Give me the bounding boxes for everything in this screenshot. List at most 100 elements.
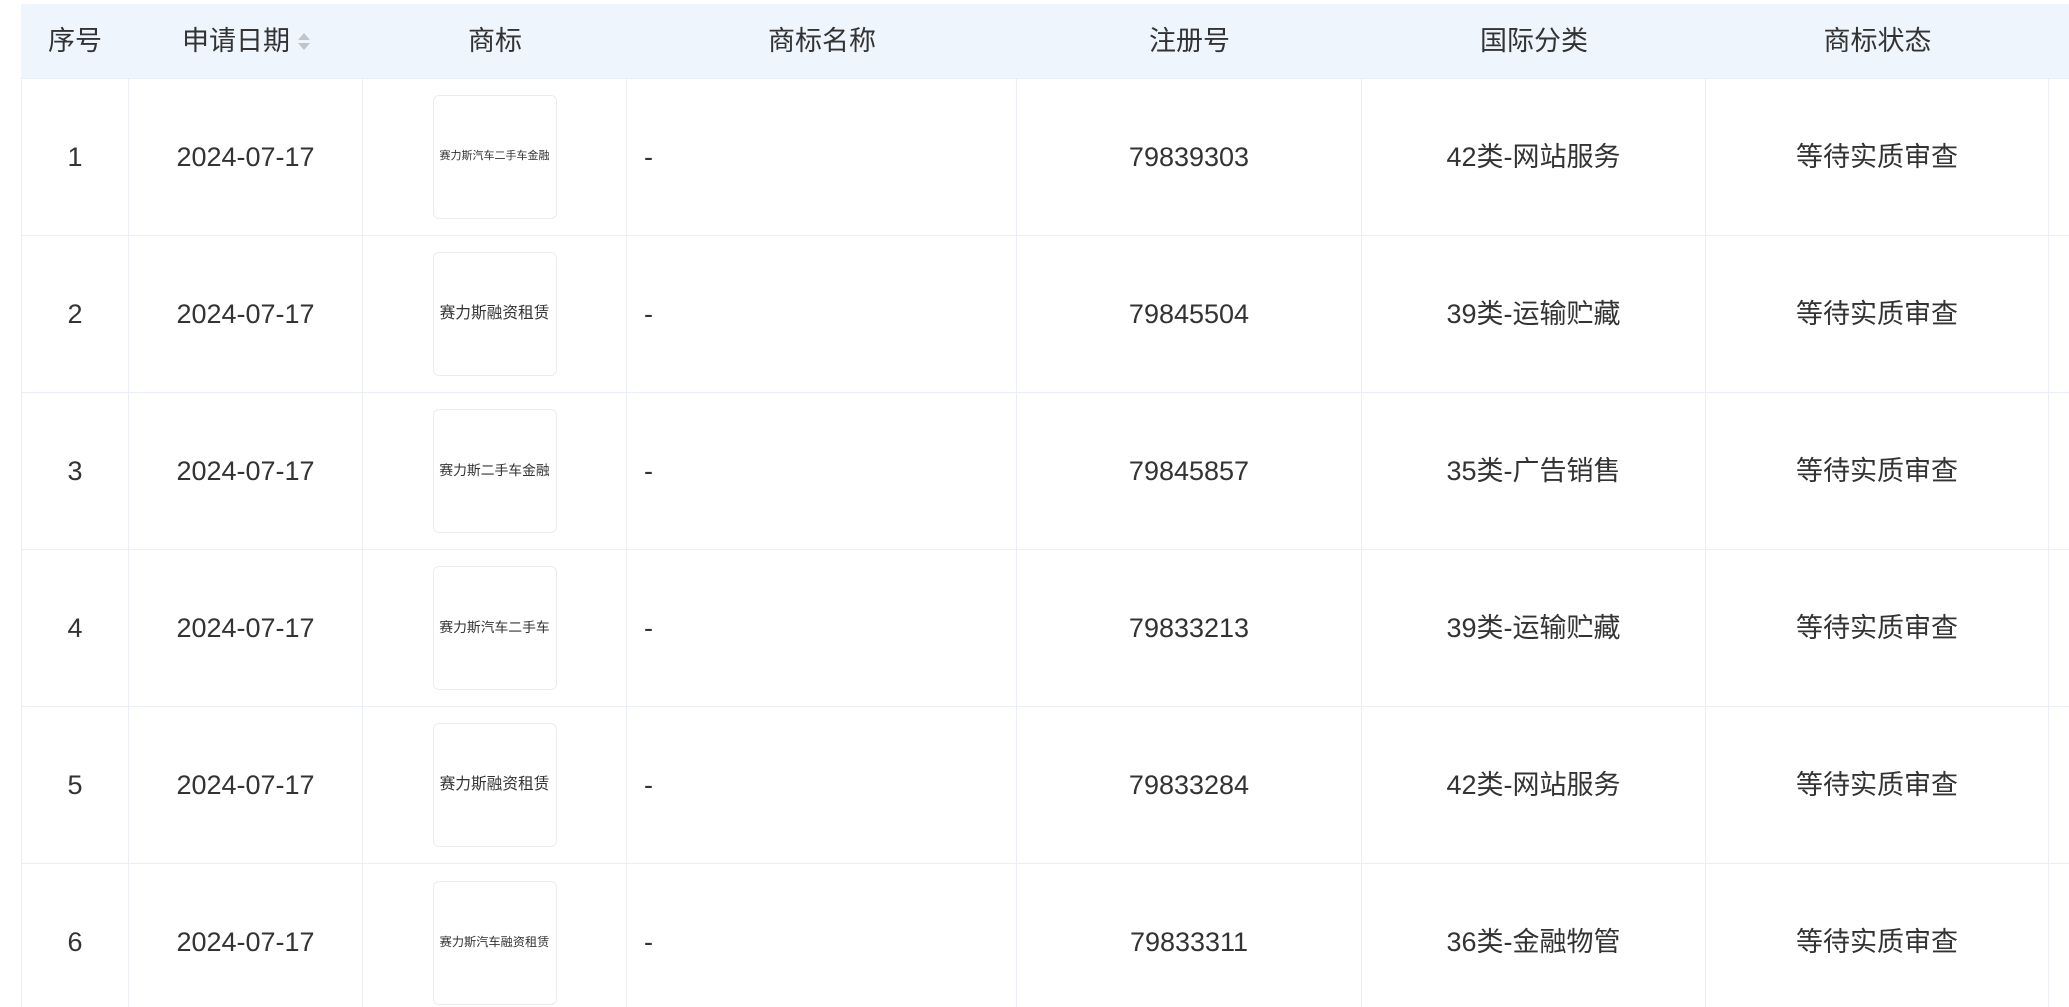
- cell-trademark-name: -: [627, 79, 1017, 235]
- header-trademark-name-label: 商标名称: [768, 25, 876, 56]
- header-index: 序号: [21, 4, 129, 78]
- cell-intl-class: 36类-金融物管: [1362, 864, 1706, 1007]
- apply-date: 2024-07-17: [176, 141, 315, 172]
- cell-trademark-name: -: [627, 393, 1017, 549]
- trademark-status: 等待实质审查: [1796, 455, 1958, 486]
- trademark-image-text: 赛力斯融资租赁: [439, 775, 550, 793]
- intl-class: 35类-广告销售: [1446, 455, 1621, 486]
- cell-trademark-image: 赛力斯融资租赁: [363, 236, 627, 392]
- cell-registration-number: 79833311: [1017, 864, 1362, 1007]
- cell-trademark-image: 赛力斯融资租赁: [363, 707, 627, 863]
- trademark-name: -: [644, 455, 653, 486]
- trademark-table: 序号 申请日期 商标 商标名称 注册号 国际分类 商标状态 1 2024-07-…: [21, 4, 2069, 1007]
- trademark-status: 等待实质审查: [1796, 612, 1958, 643]
- registration-number: 79839303: [1128, 141, 1250, 172]
- row-index: 1: [67, 141, 83, 172]
- header-intl-class: 国际分类: [1362, 4, 1706, 78]
- cell-apply-date: 2024-07-17: [129, 79, 363, 235]
- row-index: 2: [67, 298, 83, 329]
- header-trademark-name: 商标名称: [627, 4, 1017, 78]
- cell-intl-class: 35类-广告销售: [1362, 393, 1706, 549]
- cell-index: 4: [21, 550, 129, 706]
- cell-registration-number: 79833213: [1017, 550, 1362, 706]
- cell-trademark-name: -: [627, 864, 1017, 1007]
- registration-number: 79845504: [1128, 298, 1250, 329]
- trademark-image[interactable]: 赛力斯汽车二手车: [432, 566, 557, 690]
- cell-apply-date: 2024-07-17: [129, 707, 363, 863]
- trademark-name: -: [644, 927, 653, 958]
- cell-trademark-image: 赛力斯汽车二手车: [363, 550, 627, 706]
- row-index: 3: [67, 455, 83, 486]
- cell-hidden-column: [2049, 236, 2069, 392]
- table-row: 3 2024-07-17 赛力斯二手车金融 - 79845857 35类-广告销…: [21, 393, 2069, 550]
- trademark-status: 等待实质审查: [1796, 769, 1958, 800]
- trademark-image-text: 赛力斯汽车融资租赁: [439, 935, 550, 950]
- cell-index: 2: [21, 236, 129, 392]
- table-row: 4 2024-07-17 赛力斯汽车二手车 - 79833213 39类-运输贮…: [21, 550, 2069, 707]
- cell-trademark-image: 赛力斯二手车金融: [363, 393, 627, 549]
- cell-status: 等待实质审查: [1706, 864, 2049, 1007]
- cell-hidden-column: [2049, 707, 2069, 863]
- cell-index: 1: [21, 79, 129, 235]
- cell-registration-number: 79845504: [1017, 236, 1362, 392]
- sort-ascending-icon[interactable]: [298, 32, 310, 40]
- trademark-status: 等待实质审查: [1796, 927, 1958, 958]
- cell-trademark-name: -: [627, 550, 1017, 706]
- trademark-image-text: 赛力斯融资租赁: [439, 304, 550, 322]
- table-row: 1 2024-07-17 赛力斯汽车二手车金融 - 79839303 42类-网…: [21, 79, 2069, 236]
- sort-caret-icon[interactable]: [298, 32, 310, 50]
- trademark-status: 等待实质审查: [1796, 141, 1958, 172]
- cell-trademark-image: 赛力斯汽车融资租赁: [363, 864, 627, 1007]
- table-row: 6 2024-07-17 赛力斯汽车融资租赁 - 79833311 36类-金融…: [21, 864, 2069, 1007]
- cell-status: 等待实质审查: [1706, 236, 2049, 392]
- trademark-image-text: 赛力斯汽车二手车金融: [439, 150, 550, 163]
- trademark-name: -: [644, 612, 653, 643]
- trademark-image[interactable]: 赛力斯汽车融资租赁: [432, 880, 557, 1005]
- cell-status: 等待实质审查: [1706, 393, 2049, 549]
- apply-date: 2024-07-17: [176, 769, 315, 800]
- cell-apply-date: 2024-07-17: [129, 393, 363, 549]
- intl-class: 39类-运输贮藏: [1446, 612, 1621, 643]
- cell-status: 等待实质审查: [1706, 707, 2049, 863]
- cell-apply-date: 2024-07-17: [129, 236, 363, 392]
- registration-number: 79833213: [1128, 612, 1250, 643]
- cell-hidden-column: [2049, 393, 2069, 549]
- trademark-image[interactable]: 赛力斯二手车金融: [432, 409, 557, 533]
- intl-class: 42类-网站服务: [1446, 769, 1621, 800]
- cell-hidden-column: [2049, 550, 2069, 706]
- registration-number: 79833311: [1129, 927, 1249, 958]
- intl-class: 42类-网站服务: [1446, 141, 1621, 172]
- header-apply-date-label[interactable]: 申请日期: [182, 25, 290, 57]
- cell-index: 3: [21, 393, 129, 549]
- trademark-image-text: 赛力斯二手车金融: [439, 462, 550, 478]
- trademark-image-text: 赛力斯汽车二手车: [439, 619, 550, 635]
- header-index-label: 序号: [48, 25, 102, 56]
- trademark-image[interactable]: 赛力斯融资租赁: [432, 723, 557, 847]
- cell-index: 5: [21, 707, 129, 863]
- apply-date: 2024-07-17: [176, 612, 315, 643]
- trademark-image[interactable]: 赛力斯融资租赁: [432, 252, 557, 376]
- cell-trademark-image: 赛力斯汽车二手车金融: [363, 79, 627, 235]
- cell-trademark-name: -: [627, 707, 1017, 863]
- table-header: 序号 申请日期 商标 商标名称 注册号 国际分类 商标状态: [21, 4, 2069, 79]
- row-index: 6: [67, 927, 83, 958]
- sort-descending-icon[interactable]: [298, 42, 310, 50]
- table-row: 2 2024-07-17 赛力斯融资租赁 - 79845504 39类-运输贮藏…: [21, 236, 2069, 393]
- header-registration-number-label: 注册号: [1149, 25, 1230, 56]
- cell-index: 6: [21, 864, 129, 1007]
- cell-registration-number: 79833284: [1017, 707, 1362, 863]
- trademark-image[interactable]: 赛力斯汽车二手车金融: [432, 95, 557, 219]
- table-row: 5 2024-07-17 赛力斯融资租赁 - 79833284 42类-网站服务…: [21, 707, 2069, 864]
- header-apply-date[interactable]: 申请日期: [129, 4, 363, 78]
- apply-date: 2024-07-17: [176, 455, 315, 486]
- row-index: 4: [67, 612, 83, 643]
- trademark-name: -: [644, 769, 653, 800]
- header-trademark-label: 商标: [468, 25, 522, 56]
- trademark-status: 等待实质审查: [1796, 298, 1958, 329]
- cell-apply-date: 2024-07-17: [129, 550, 363, 706]
- cell-intl-class: 39类-运输贮藏: [1362, 550, 1706, 706]
- header-hidden-column: [2049, 4, 2069, 78]
- header-trademark: 商标: [363, 4, 627, 78]
- row-index: 5: [67, 769, 83, 800]
- cell-registration-number: 79839303: [1017, 79, 1362, 235]
